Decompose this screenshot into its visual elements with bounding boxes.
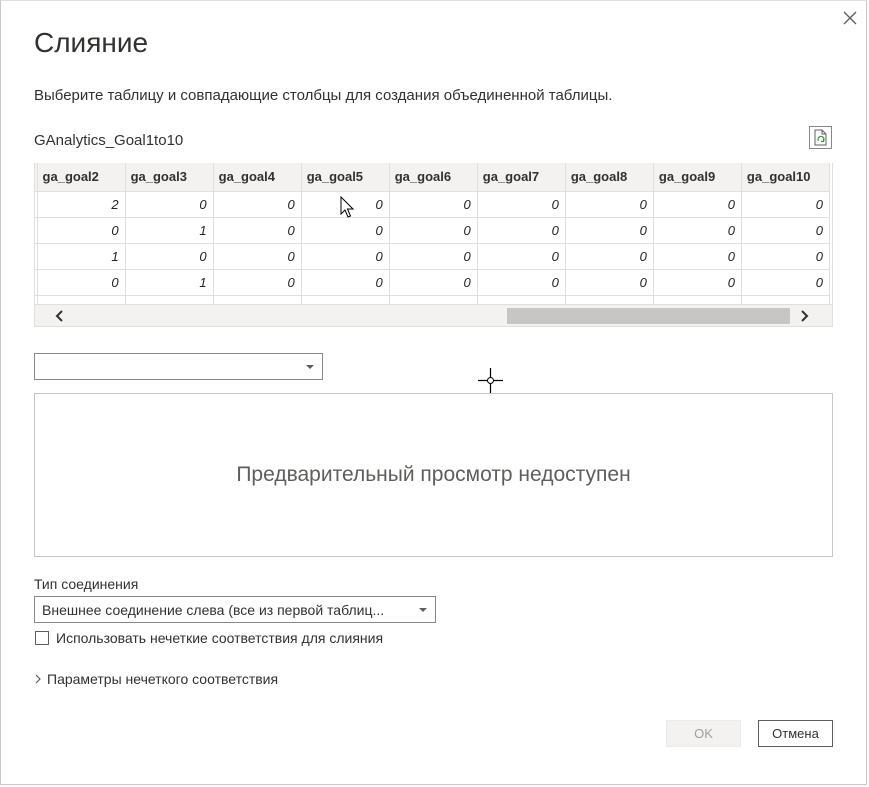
- table-cell[interactable]: 0: [37, 295, 126, 304]
- first-table-preview-grid[interactable]: ga_goal1 ga_goal2 ga_goal3 ga_goal4 ga_g…: [34, 163, 833, 304]
- refresh-preview-button[interactable]: [809, 126, 832, 149]
- column-header[interactable]: ga_goal6: [389, 163, 478, 192]
- table-cell[interactable]: 0: [389, 269, 478, 296]
- column-header[interactable]: ga_goal7: [477, 163, 566, 192]
- table-row[interactable]: 0010000000: [35, 269, 831, 296]
- dialog-description: Выберите таблицу и совпадающие столбцы д…: [34, 87, 613, 104]
- preview-unavailable-message: Предварительный просмотр недоступен: [236, 463, 631, 486]
- table-cell[interactable]: 0: [213, 243, 302, 270]
- table-cell[interactable]: 0: [741, 191, 831, 218]
- table-cell[interactable]: 0: [477, 191, 566, 218]
- table-cell[interactable]: 0: [477, 269, 566, 296]
- table-cell[interactable]: 0: [565, 217, 654, 244]
- table-cell[interactable]: 0: [565, 191, 654, 218]
- table-cell[interactable]: 0: [389, 295, 478, 304]
- dialog-title: Слияние: [34, 27, 149, 58]
- grid-horizontal-scrollbar[interactable]: [34, 304, 833, 327]
- refresh-file-icon: [814, 129, 827, 146]
- table-cell[interactable]: 0: [213, 295, 302, 304]
- table-cell[interactable]: 0: [125, 243, 214, 270]
- table-row[interactable]: 0000000000: [35, 295, 831, 304]
- fuzzy-matching-label[interactable]: Использовать нечеткие соответствия для с…: [56, 630, 383, 646]
- table-cell[interactable]: 0: [389, 243, 478, 270]
- table-row[interactable]: 0100000000: [35, 243, 831, 270]
- table-row[interactable]: 0200000000: [35, 191, 831, 218]
- table-row[interactable]: 0010000000: [35, 217, 831, 244]
- table-cell[interactable]: 0: [741, 269, 831, 296]
- table-cell[interactable]: 0: [213, 191, 302, 218]
- table-cell[interactable]: 0: [653, 295, 742, 304]
- table-cell[interactable]: 0: [653, 243, 742, 270]
- table-cell[interactable]: 0: [125, 191, 214, 218]
- table-cell[interactable]: 0: [389, 191, 478, 218]
- table-cell[interactable]: 0: [301, 243, 390, 270]
- close-icon: [843, 11, 857, 25]
- table-cell[interactable]: 0: [565, 269, 654, 296]
- cancel-button[interactable]: Отмена: [758, 720, 833, 747]
- table-cell[interactable]: 0: [389, 217, 478, 244]
- table-cell[interactable]: 0: [565, 243, 654, 270]
- fuzzy-matching-checkbox[interactable]: [35, 631, 49, 645]
- second-table-dropdown[interactable]: [34, 353, 323, 380]
- column-header[interactable]: ga_goal5: [301, 163, 390, 192]
- table-cell[interactable]: 0: [477, 217, 566, 244]
- join-kind-value: Внешнее соединение слева (все из первой …: [42, 602, 385, 618]
- ok-button[interactable]: OK: [666, 720, 741, 747]
- mouse-pointer-icon: [340, 195, 356, 220]
- column-header[interactable]: ga_goal8: [565, 163, 654, 192]
- chevron-right-icon: [801, 310, 809, 322]
- table-cell[interactable]: 0: [213, 217, 302, 244]
- close-button[interactable]: [838, 6, 862, 30]
- column-header[interactable]: ga_goal3: [125, 163, 214, 192]
- column-header[interactable]: ga_goal10: [741, 163, 831, 192]
- join-kind-dropdown[interactable]: Внешнее соединение слева (все из первой …: [34, 596, 436, 623]
- table-cell[interactable]: 0: [301, 217, 390, 244]
- table-cell[interactable]: 1: [125, 217, 214, 244]
- scroll-right-button[interactable]: [796, 308, 812, 324]
- first-table-name: GAnalytics_Goal1to10: [34, 132, 184, 149]
- table-cell[interactable]: 0: [565, 295, 654, 304]
- table-cell[interactable]: 2: [37, 191, 126, 218]
- scrollbar-thumb[interactable]: [507, 308, 790, 324]
- chevron-right-icon: [34, 672, 42, 687]
- column-header[interactable]: ga_goal9: [653, 163, 742, 192]
- table-cell[interactable]: 0: [741, 217, 831, 244]
- table-cell[interactable]: 0: [213, 269, 302, 296]
- scroll-left-button[interactable]: [52, 308, 68, 324]
- fuzzy-options-expander[interactable]: Параметры нечеткого соответствия: [34, 671, 278, 687]
- chevron-left-icon: [55, 310, 63, 322]
- table-cell[interactable]: 0: [37, 269, 126, 296]
- join-kind-label: Тип соединения: [34, 576, 139, 592]
- table-cell[interactable]: 0: [301, 295, 390, 304]
- chevron-down-icon: [306, 365, 314, 369]
- table-cell[interactable]: 0: [741, 295, 831, 304]
- table-cell[interactable]: 0: [125, 295, 214, 304]
- table-cell[interactable]: 0: [653, 217, 742, 244]
- table-cell[interactable]: 0: [37, 217, 126, 244]
- chevron-down-icon: [419, 608, 427, 612]
- table-cell[interactable]: 0: [301, 269, 390, 296]
- table-cell[interactable]: 0: [741, 243, 831, 270]
- column-header[interactable]: ga_goal4: [213, 163, 302, 192]
- table-cell[interactable]: 0: [653, 191, 742, 218]
- table-cell[interactable]: 0: [477, 243, 566, 270]
- table-cell[interactable]: 0: [477, 295, 566, 304]
- table-cell[interactable]: 1: [37, 243, 126, 270]
- column-header[interactable]: ga_goal2: [37, 163, 126, 192]
- crosshair-cursor-icon: [478, 368, 503, 393]
- fuzzy-options-label: Параметры нечеткого соответствия: [47, 671, 279, 687]
- merge-preview-area: Предварительный просмотр недоступен: [34, 393, 833, 557]
- table-cell[interactable]: 1: [125, 269, 214, 296]
- table-cell[interactable]: 0: [653, 269, 742, 296]
- grid-header-row: ga_goal1 ga_goal2 ga_goal3 ga_goal4 ga_g…: [35, 163, 831, 192]
